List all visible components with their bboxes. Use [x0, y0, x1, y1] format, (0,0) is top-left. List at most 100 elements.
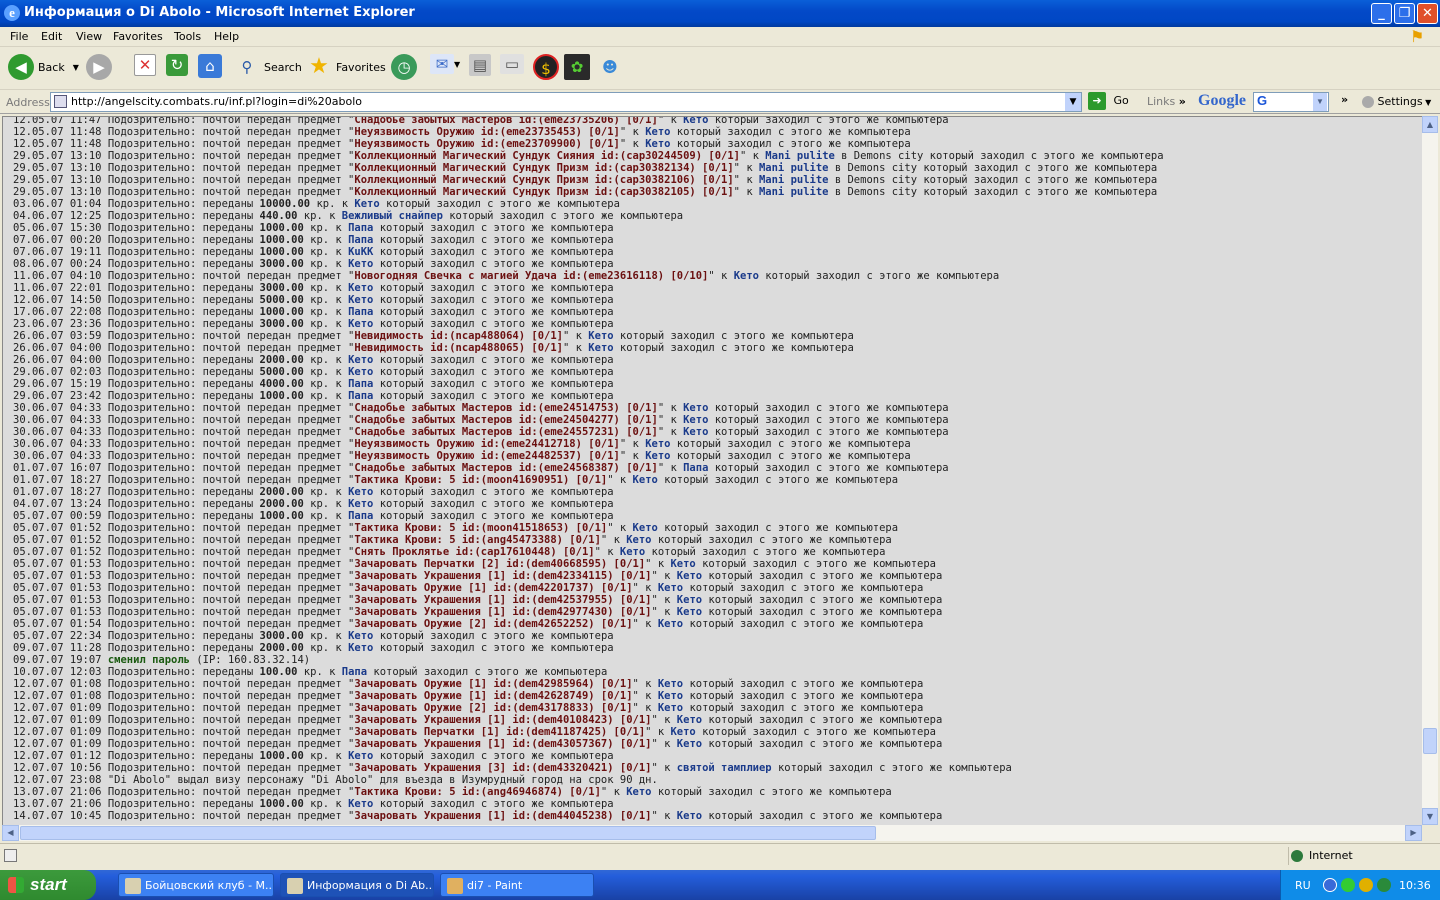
minimize-button[interactable]: _ [1371, 3, 1392, 24]
go-button[interactable]: ➜ Go [1088, 92, 1129, 112]
log-recipient-link[interactable]: Папа [348, 306, 373, 318]
log-recipient-link[interactable]: Mani pulite [759, 174, 829, 186]
log-recipient-link[interactable]: Кето [658, 582, 683, 594]
log-recipient-link[interactable]: Кето [658, 690, 683, 702]
menu-file[interactable]: File [10, 30, 28, 43]
menu-tools[interactable]: Tools [174, 30, 201, 43]
log-recipient-link[interactable]: Кето [348, 498, 373, 510]
links-toolbar[interactable]: Links » [1147, 95, 1186, 108]
scroll-left-button[interactable]: ◀ [2, 825, 19, 841]
scroll-up-button[interactable]: ▲ [1422, 116, 1438, 133]
log-recipient-link[interactable]: Кето [670, 726, 695, 738]
edit-button[interactable]: ▭ [500, 54, 524, 84]
log-recipient-link[interactable]: Кето [677, 570, 702, 582]
log-recipient-link[interactable]: Кето [348, 294, 373, 306]
back-button[interactable]: ◀ Back ▼ [8, 54, 79, 84]
log-recipient-link[interactable]: Кето [677, 738, 702, 750]
search-button[interactable]: ⚲ Search [234, 54, 302, 84]
log-recipient-link[interactable]: Кето [588, 342, 613, 354]
print-button[interactable]: ▤ [469, 54, 491, 84]
taskbar-item-combats[interactable]: Бойцовский клуб - М... [118, 873, 274, 897]
log-recipient-link[interactable]: Кето [633, 474, 658, 486]
log-recipient-link[interactable]: Папа [683, 462, 708, 474]
home-button[interactable]: ⌂ [198, 54, 222, 84]
log-recipient-link[interactable]: Кето [670, 558, 695, 570]
log-recipient-link[interactable]: Кето [626, 786, 651, 798]
log-recipient-link[interactable]: Кето [645, 450, 670, 462]
icq-button[interactable]: ✿ [564, 54, 590, 84]
log-recipient-link[interactable]: Папа [348, 390, 373, 402]
log-recipient-link[interactable]: Кето [677, 810, 702, 822]
log-recipient-link[interactable]: Кето [658, 702, 683, 714]
start-button[interactable]: start [0, 870, 96, 900]
scroll-down-button[interactable]: ▼ [1422, 808, 1438, 825]
log-recipient-link[interactable]: Кето [645, 438, 670, 450]
log-recipient-link[interactable]: святой тамплиер [677, 762, 772, 774]
log-recipient-link[interactable]: Кето [683, 402, 708, 414]
log-recipient-link[interactable]: Кето [348, 630, 373, 642]
horizontal-scrollbar[interactable]: ◀ ▶ [2, 825, 1422, 841]
menu-edit[interactable]: Edit [41, 30, 62, 43]
vertical-scroll-thumb[interactable] [1423, 728, 1437, 754]
log-recipient-link[interactable]: Кето [645, 126, 670, 138]
history-button[interactable]: ◷ [391, 54, 417, 84]
address-dropdown-icon[interactable]: ▼ [1065, 93, 1081, 111]
log-recipient-link[interactable]: KuKK [348, 246, 373, 258]
log-recipient-link[interactable]: Кето [348, 258, 373, 270]
log-recipient-link[interactable]: Кето [348, 282, 373, 294]
language-indicator[interactable]: RU [1295, 879, 1311, 892]
log-recipient-link[interactable]: Кето [633, 522, 658, 534]
messenger-button[interactable]: ☻ [597, 54, 623, 84]
log-recipient-link[interactable]: Кето [348, 354, 373, 366]
log-recipient-link[interactable]: Кето [626, 534, 651, 546]
log-recipient-link[interactable]: Папа [342, 666, 367, 678]
toolbar-overflow-icon[interactable]: » [1341, 93, 1348, 106]
taskbar-item-paint[interactable]: di7 - Paint [440, 873, 594, 897]
log-recipient-link[interactable]: Кето [348, 642, 373, 654]
log-recipient-link[interactable]: Кето [348, 798, 373, 810]
log-recipient-link[interactable]: Папа [348, 234, 373, 246]
log-recipient-link[interactable]: Кето [734, 270, 759, 282]
mail-button[interactable]: ✉ ▼ [430, 54, 460, 84]
tray-expand-icon[interactable] [1323, 878, 1337, 892]
horizontal-scroll-thumb[interactable] [20, 826, 876, 840]
menu-view[interactable]: View [76, 30, 102, 43]
scroll-right-button[interactable]: ▶ [1405, 825, 1422, 841]
log-recipient-link[interactable]: Кето [620, 546, 645, 558]
log-recipient-link[interactable]: Папа [348, 378, 373, 390]
log-recipient-link[interactable]: Кето [348, 750, 373, 762]
log-recipient-link[interactable]: Папа [348, 222, 373, 234]
log-recipient-link[interactable]: Папа [348, 510, 373, 522]
vertical-scrollbar[interactable]: ▲ ▼ [1422, 116, 1438, 825]
refresh-button[interactable]: ↻ [166, 54, 188, 84]
stop-button[interactable]: ✕ [134, 54, 156, 84]
menu-favorites[interactable]: Favorites [113, 30, 163, 43]
log-recipient-link[interactable]: Кето [348, 366, 373, 378]
log-recipient-link[interactable]: Кето [658, 618, 683, 630]
log-recipient-link[interactable]: Кето [677, 606, 702, 618]
log-recipient-link[interactable]: Кето [683, 117, 708, 126]
log-recipient-link[interactable]: Mani pulite [759, 162, 829, 174]
log-recipient-link[interactable]: Кето [683, 414, 708, 426]
icq-tray-icon[interactable] [1341, 878, 1355, 892]
log-recipient-link[interactable]: Кето [348, 486, 373, 498]
log-recipient-link[interactable]: Mani pulite [759, 186, 829, 198]
menu-help[interactable]: Help [214, 30, 239, 43]
log-recipient-link[interactable]: Кето [348, 318, 373, 330]
address-input[interactable]: http://angelscity.combats.ru/inf.pl?logi… [50, 92, 1082, 112]
log-recipient-link[interactable]: Кето [354, 198, 379, 210]
close-button[interactable]: ✕ [1417, 3, 1438, 24]
taskbar-item-info[interactable]: Информация о Di Ab... [280, 873, 434, 897]
log-recipient-link[interactable]: Кето [658, 678, 683, 690]
log-recipient-link[interactable]: Кето [588, 330, 613, 342]
log-recipient-link[interactable]: Вежливый снайпер [342, 210, 443, 222]
log-recipient-link[interactable]: Кето [677, 594, 702, 606]
log-recipient-link[interactable]: Кето [683, 426, 708, 438]
log-recipient-link[interactable]: Кето [677, 714, 702, 726]
favorites-button[interactable]: ★ Favorites [306, 54, 386, 84]
settings-button[interactable]: Settings ▼ [1362, 95, 1431, 108]
tray-app-icon[interactable] [1359, 878, 1373, 892]
log-recipient-link[interactable]: Mani pulite [765, 150, 835, 162]
combats-button[interactable]: $ [533, 54, 559, 84]
log-recipient-link[interactable]: Кето [645, 138, 670, 150]
